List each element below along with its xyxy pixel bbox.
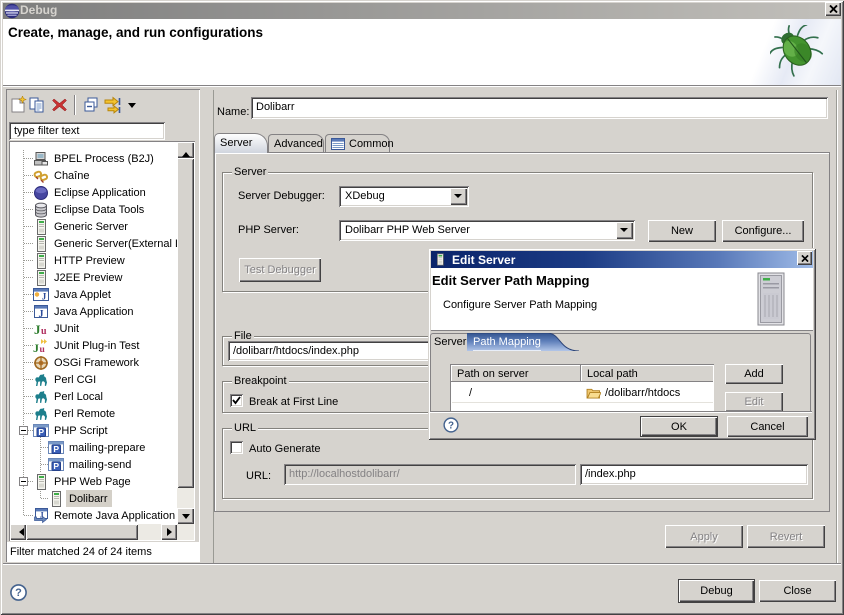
svg-text:?: ? (448, 420, 454, 431)
svg-text:?: ? (15, 587, 22, 599)
